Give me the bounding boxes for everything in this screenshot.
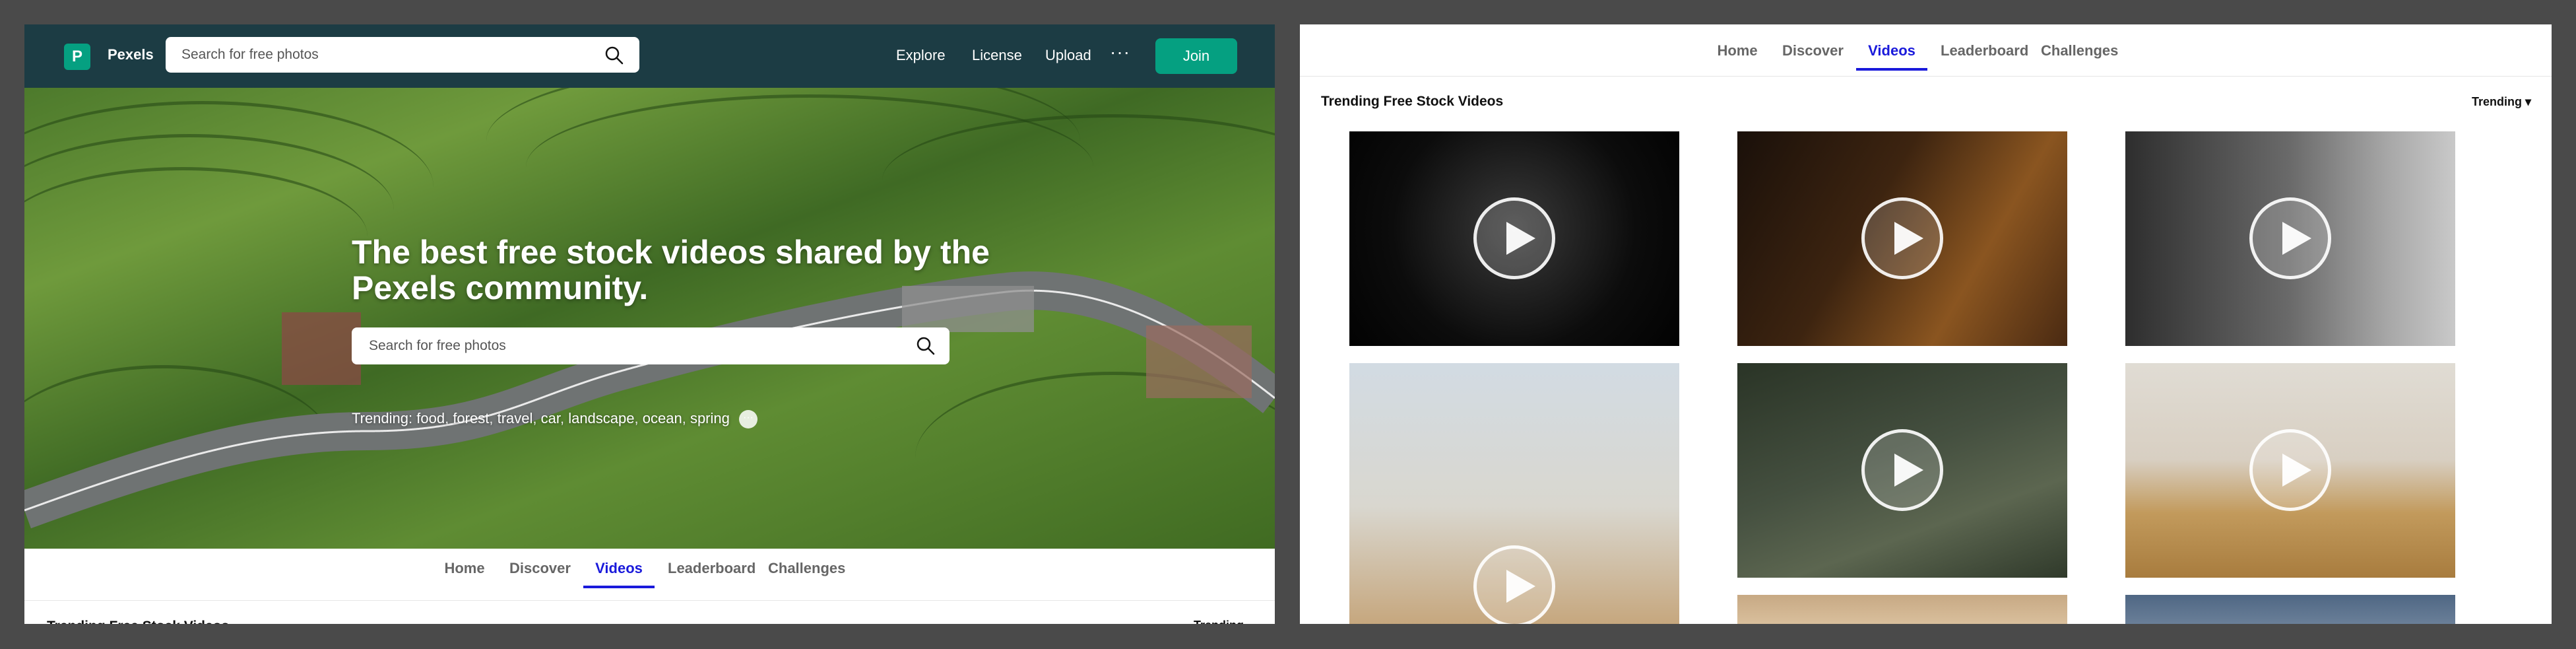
hero-banner: The best free stock videos shared by the…: [24, 88, 1275, 549]
tab-discover[interactable]: Discover: [1782, 31, 1844, 71]
section-title: Trending Free Stock Videos: [1321, 94, 1504, 109]
top-search-bar[interactable]: [166, 37, 639, 73]
trending-label: Trending:: [352, 410, 413, 427]
hero-search-input[interactable]: [369, 327, 884, 364]
hero-title: The best free stock videos shared by the…: [352, 234, 990, 306]
trending-tag[interactable]: travel: [498, 410, 533, 427]
video-card-wheat-field[interactable]: [2125, 363, 2455, 578]
pexels-logo-icon[interactable]: P: [64, 44, 90, 70]
trending-tag[interactable]: spring: [690, 410, 730, 427]
tab-videos[interactable]: Videos: [1856, 31, 1927, 71]
section-title: Trending Free Stock Videos: [47, 619, 229, 624]
play-icon[interactable]: [1473, 197, 1555, 279]
tab-discover[interactable]: Discover: [509, 549, 571, 588]
nav-upload[interactable]: Upload: [1045, 47, 1091, 64]
tab-videos[interactable]: Videos: [583, 549, 655, 588]
left-browser-panel: P Pexels Explore License Upload ··· Join: [24, 24, 1275, 624]
play-icon[interactable]: [1473, 545, 1555, 624]
winding-road: [24, 271, 1275, 529]
play-icon[interactable]: [2249, 197, 2331, 279]
more-menu-icon[interactable]: ···: [1110, 42, 1130, 63]
hero-search-bar[interactable]: [352, 327, 950, 364]
tabs-divider: [24, 600, 1275, 601]
tab-challenges[interactable]: Challenges: [768, 549, 845, 588]
tab-challenges[interactable]: Challenges: [2041, 31, 2118, 71]
video-card-dark-room-plant[interactable]: [1737, 131, 2067, 346]
category-tabs: Home Discover Videos Leaderboard Challen…: [24, 549, 1275, 588]
join-button[interactable]: Join: [1155, 38, 1237, 74]
video-card-sky-cityscape[interactable]: [1349, 363, 1679, 624]
play-icon[interactable]: [2249, 429, 2331, 511]
trending-tag[interactable]: ocean: [643, 410, 682, 427]
tab-home[interactable]: Home: [444, 549, 485, 588]
trending-tag[interactable]: food: [416, 410, 445, 427]
top-search-input[interactable]: [181, 37, 591, 73]
sort-dropdown[interactable]: Trending: [1194, 619, 1244, 624]
hero-search-icon[interactable]: [917, 337, 935, 355]
video-card-sunset-partial[interactable]: [1737, 595, 2067, 624]
nav-explore[interactable]: Explore: [896, 47, 946, 64]
video-card-hiker-on-mountain[interactable]: [1737, 363, 2067, 578]
tab-leaderboard[interactable]: Leaderboard: [668, 549, 756, 588]
search-icon[interactable]: [605, 46, 624, 65]
brand-name[interactable]: Pexels: [108, 46, 154, 63]
nav-license[interactable]: License: [972, 47, 1022, 64]
trending-tag[interactable]: car: [541, 410, 560, 427]
right-browser-panel: Home Discover Videos Leaderboard Challen…: [1300, 24, 2552, 624]
tab-home[interactable]: Home: [1717, 31, 1758, 71]
category-tabs: Home Discover Videos Leaderboard Challen…: [1300, 31, 2552, 71]
trending-tags: Trending: food, forest, travel, car, lan…: [352, 410, 757, 429]
trending-tag[interactable]: landscape: [568, 410, 634, 427]
play-icon[interactable]: [1861, 197, 1943, 279]
video-card-mug-in-hands[interactable]: [1349, 131, 1679, 346]
trending-tag[interactable]: forest: [453, 410, 489, 427]
video-card-mountain-clouds-partial[interactable]: [2125, 595, 2455, 624]
top-navbar: P Pexels Explore License Upload ··· Join: [24, 24, 1275, 88]
tabs-divider: [1300, 76, 2552, 77]
trending-more-icon[interactable]: ···: [738, 410, 757, 429]
video-card-vase-with-flower[interactable]: [2125, 131, 2455, 346]
sort-dropdown[interactable]: Trending ▾: [2472, 95, 2531, 109]
tab-leaderboard[interactable]: Leaderboard: [1941, 31, 2028, 71]
play-icon[interactable]: [1861, 429, 1943, 511]
